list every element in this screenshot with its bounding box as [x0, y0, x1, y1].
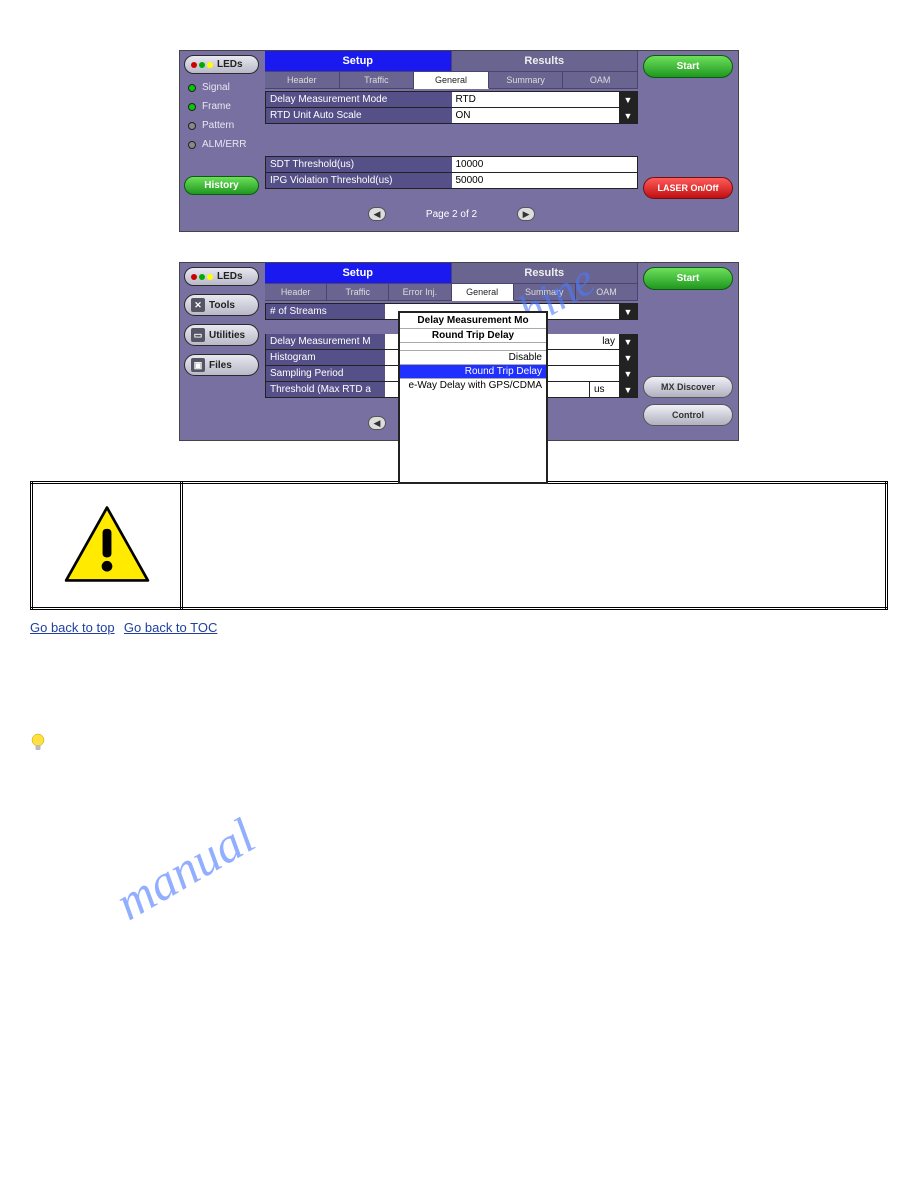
start-button[interactable]: Start: [643, 55, 733, 78]
popup-title: Delay Measurement Mo: [400, 313, 546, 328]
tip-text: The Summary screen is only available in …: [54, 733, 568, 748]
popup-item-rtd[interactable]: Round Trip Delay: [400, 364, 546, 378]
subtab-general[interactable]: General: [414, 72, 489, 89]
tab-results[interactable]: Results: [452, 263, 639, 283]
link-toc[interactable]: Go back to TOC: [124, 620, 217, 635]
status-dots: [191, 274, 213, 280]
start-button[interactable]: Start: [643, 267, 733, 290]
subtab-summary[interactable]: Summary: [514, 284, 576, 301]
sidebar-item-signal[interactable]: Signal: [184, 82, 259, 93]
leds-label: LEDs: [217, 59, 243, 70]
page-prev-button[interactable]: ◀: [368, 416, 386, 430]
sidebar: LEDs ✕Tools ▭Utilities ▣Files: [180, 263, 265, 440]
subtab-general[interactable]: General: [452, 284, 514, 301]
sidebar-item-frame[interactable]: Frame: [184, 101, 259, 112]
tools-button[interactable]: ✕Tools: [184, 294, 259, 316]
mx-discover-button[interactable]: MX Discover: [643, 376, 733, 398]
leds-button[interactable]: LEDs: [184, 55, 259, 74]
laser-button[interactable]: LASER On/Off: [643, 177, 733, 199]
tools-icon: ✕: [191, 298, 205, 312]
pager: ◀ Page 2 of 2 ▶: [265, 199, 638, 231]
sidebar-item-pattern[interactable]: Pattern: [184, 120, 259, 131]
subtab-traffic[interactable]: Traffic: [340, 72, 415, 89]
chevron-down-icon[interactable]: ▼: [619, 382, 637, 397]
leds-button[interactable]: LEDs: [184, 267, 259, 286]
leds-label: LEDs: [217, 271, 243, 282]
page-prev-button[interactable]: ◀: [368, 207, 386, 221]
main-panel: Setup Results Header Traffic General Sum…: [265, 51, 638, 231]
link-top[interactable]: Go back to top: [30, 620, 115, 635]
delay-mode-popup: Delay Measurement Mo Round Trip Delay Di…: [398, 311, 548, 484]
page-next-button[interactable]: ▶: [517, 207, 535, 221]
subtab-header[interactable]: Header: [265, 284, 327, 301]
tab-results[interactable]: Results: [452, 51, 639, 71]
popup-item-oneway[interactable]: e-Way Delay with GPS/CDMA: [400, 378, 546, 392]
bulb-icon: [30, 733, 46, 753]
files-icon: ▣: [191, 358, 205, 372]
page-indicator: Page 2 of 2: [426, 209, 477, 220]
right-panel: Start LASER On/Off: [638, 51, 738, 231]
right-panel: Start MX Discover Control: [638, 263, 738, 440]
subtab-errorinj[interactable]: Error Inj.: [389, 284, 451, 301]
section-heading: 15.3.4.5 Summary: [30, 695, 888, 715]
row-sdt-threshold[interactable]: SDT Threshold(us) 10000: [265, 156, 638, 173]
chevron-down-icon[interactable]: ▼: [619, 92, 637, 107]
warning-box: If a RTD or One-way-delay measurement is…: [30, 481, 888, 610]
utilities-button[interactable]: ▭Utilities: [184, 324, 259, 346]
subtab-oam[interactable]: OAM: [576, 284, 638, 301]
sidebar: LEDs Signal Frame Pattern ALM/ERR Histor…: [180, 51, 265, 231]
row-ipg-threshold[interactable]: IPG Violation Threshold(us) 50000: [265, 173, 638, 189]
chevron-down-icon[interactable]: ▼: [619, 304, 637, 319]
row-rtd-autoscale[interactable]: RTD Unit Auto Scale ON ▼: [265, 108, 638, 124]
tip-row: The Summary screen is only available in …: [30, 733, 888, 753]
popup-subtitle: Round Trip Delay: [400, 328, 546, 342]
chevron-down-icon[interactable]: ▼: [619, 108, 637, 123]
sidebar-item-almerr[interactable]: ALM/ERR: [184, 139, 259, 150]
popup-item-disable[interactable]: Disable: [400, 350, 546, 364]
tab-setup[interactable]: Setup: [265, 263, 452, 283]
row-delay-mode[interactable]: Delay Measurement Mode RTD ▼: [265, 91, 638, 108]
status-dots: [191, 62, 213, 68]
nav-links: Go back to top Go back to TOC: [30, 620, 888, 635]
subtab-summary[interactable]: Summary: [489, 72, 564, 89]
chevron-down-icon[interactable]: ▼: [619, 334, 637, 349]
subtab-header[interactable]: Header: [265, 72, 340, 89]
chevron-down-icon[interactable]: ▼: [619, 350, 637, 365]
subtab-traffic[interactable]: Traffic: [327, 284, 389, 301]
tab-setup[interactable]: Setup: [265, 51, 452, 71]
files-button[interactable]: ▣Files: [184, 354, 259, 376]
utilities-icon: ▭: [191, 328, 205, 342]
subtab-oam[interactable]: OAM: [563, 72, 638, 89]
warning-icon: [53, 504, 160, 587]
warning-text: If a RTD or One-way-delay measurement is…: [203, 526, 865, 565]
control-button[interactable]: Control: [643, 404, 733, 426]
chevron-down-icon[interactable]: ▼: [619, 366, 637, 381]
device-screen-2: LEDs ✕Tools ▭Utilities ▣Files Setup Resu…: [179, 262, 739, 441]
device-screen-1: LEDs Signal Frame Pattern ALM/ERR Histor…: [179, 50, 739, 232]
history-button[interactable]: History: [184, 176, 259, 195]
